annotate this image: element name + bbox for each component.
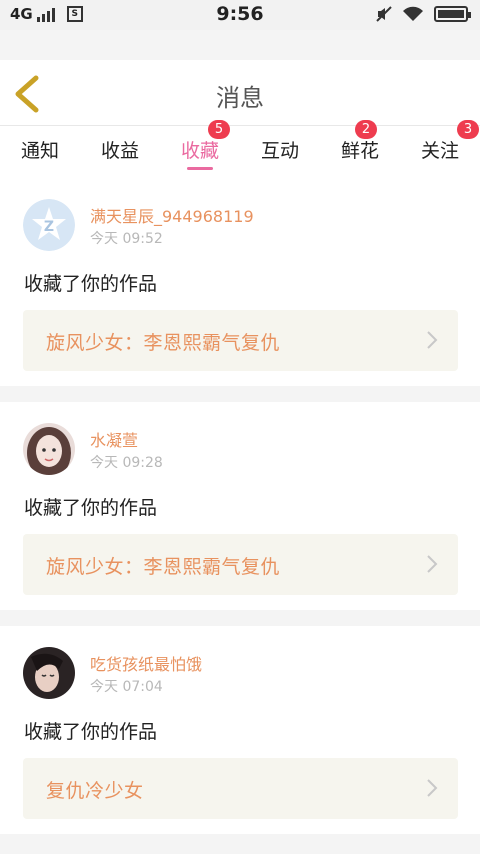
work-title: 旋风少女：李恩熙霸气复仇	[46, 332, 281, 354]
timestamp: 今天 09:52	[90, 231, 163, 247]
tab-favorites[interactable]: 收藏 5	[160, 120, 240, 178]
avatar[interactable]	[23, 647, 75, 699]
notification-card: 吃货孩纸最怕饿 今天 07:04 收藏了你的作品 复仇冷少女	[0, 626, 480, 834]
tab-label: 收益	[100, 140, 139, 162]
unread-badge: 5	[208, 120, 230, 139]
page-title: 消息	[216, 84, 264, 112]
svg-text:Z: Z	[44, 219, 54, 235]
work-link[interactable]: 复仇冷少女	[23, 758, 458, 819]
user-photo-icon	[23, 647, 75, 699]
status-bar: 4G S 9:56	[0, 0, 480, 30]
status-right	[376, 6, 471, 22]
notification-card: 水凝萱 今天 09:28 收藏了你的作品 旋风少女：李恩熙霸气复仇	[0, 402, 480, 610]
tab-earnings[interactable]: 收益	[80, 126, 160, 178]
tab-label: 互动	[260, 140, 299, 162]
tab-notice[interactable]: 通知	[0, 126, 80, 178]
tab-label: 鲜花	[340, 140, 379, 162]
notification-card: Z 满天星辰_944968119 今天 09:52 收藏了你的作品 旋风少女：李…	[0, 178, 480, 386]
tab-flowers[interactable]: 鲜花 2	[320, 120, 400, 178]
tab-interaction[interactable]: 互动	[240, 126, 320, 178]
work-link[interactable]: 旋风少女：李恩熙霸气复仇	[23, 534, 458, 595]
action-text: 收藏了你的作品	[24, 497, 158, 519]
timestamp: 今天 07:04	[90, 679, 163, 695]
mute-icon	[376, 6, 392, 22]
tab-label: 收藏	[180, 140, 219, 162]
chevron-right-icon	[427, 555, 438, 573]
default-avatar-icon: Z	[23, 199, 75, 251]
unread-badge: 2	[355, 120, 377, 139]
chevron-right-icon	[427, 331, 438, 349]
avatar[interactable]	[23, 423, 75, 475]
work-title: 复仇冷少女	[46, 780, 144, 802]
username[interactable]: 水凝萱	[90, 427, 138, 451]
action-text: 收藏了你的作品	[24, 721, 158, 743]
tab-label: 通知	[20, 140, 59, 162]
battery-icon	[434, 6, 471, 22]
username[interactable]: 满天星辰_944968119	[90, 203, 254, 227]
action-text: 收藏了你的作品	[24, 273, 158, 295]
work-link[interactable]: 旋风少女：李恩熙霸气复仇	[23, 310, 458, 371]
tab-follow[interactable]: 关注 3	[400, 120, 480, 178]
message-tabs: 通知 收益 收藏 5 互动 鲜花 2 关注 3	[0, 120, 480, 178]
app-header: 消息	[0, 60, 480, 126]
username[interactable]: 吃货孩纸最怕饿	[90, 651, 202, 675]
work-title: 旋风少女：李恩熙霸气复仇	[46, 556, 281, 578]
timestamp: 今天 09:28	[90, 455, 163, 471]
tab-label: 关注	[420, 140, 459, 162]
chevron-right-icon	[427, 779, 438, 797]
wifi-icon	[403, 6, 423, 21]
avatar[interactable]: Z	[23, 199, 75, 251]
unread-badge: 3	[457, 120, 479, 139]
user-photo-icon	[23, 423, 75, 475]
active-tab-indicator	[187, 167, 213, 170]
